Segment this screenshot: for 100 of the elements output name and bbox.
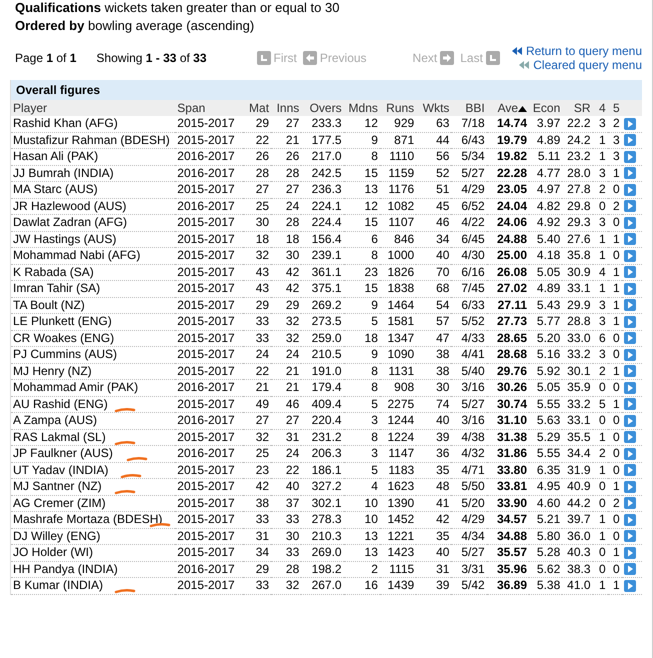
table-cell: 2015-2017: [175, 478, 243, 495]
table-cell: 30.26: [486, 380, 530, 396]
table-cell: 929: [380, 116, 416, 132]
table-cell: 18: [271, 231, 302, 248]
column-header[interactable]: SR: [562, 100, 593, 116]
column-header[interactable]: Mat: [242, 100, 272, 116]
table-cell: 179.4: [301, 380, 344, 396]
table-cell: 27.11: [486, 297, 530, 314]
table-cell: 6/43: [451, 132, 487, 148]
column-header[interactable]: Inns: [271, 100, 302, 116]
table-cell: 4.60: [529, 495, 562, 512]
table-cell: 41.0: [562, 578, 593, 594]
column-header[interactable]: 5: [608, 100, 622, 116]
table-cell: 5.92: [529, 363, 562, 380]
table-cell: 6/45: [451, 231, 487, 248]
table-cell: 1826: [380, 264, 416, 280]
table-cell: 2016-2017: [175, 148, 243, 165]
table-cell: 28.0: [562, 165, 593, 182]
table-cell: 33.2: [562, 346, 593, 363]
table-cell: AU Rashid (ENG): [11, 396, 176, 412]
table-cell: 33: [242, 314, 272, 330]
table-cell: 5.11: [529, 148, 562, 165]
table-cell: 7/18: [451, 116, 487, 132]
query-menu-link[interactable]: Cleared query menu: [519, 58, 642, 72]
column-header[interactable]: Runs: [380, 100, 416, 116]
table-cell: 5: [592, 396, 608, 412]
table-cell: 233.3: [301, 116, 344, 132]
table-cell: 3: [592, 346, 608, 363]
table-cell: 5.05: [529, 380, 562, 396]
table-cell: 26: [242, 148, 272, 165]
table-cell: 31.38: [486, 429, 530, 446]
table-cell: 4.95: [529, 478, 562, 495]
table-cell: 30.1: [562, 363, 593, 380]
table-cell: 1: [608, 578, 622, 594]
query-menu-link[interactable]: Return to query menu: [512, 44, 642, 58]
table-cell: 30: [271, 528, 302, 544]
table-cell: 28.65: [486, 330, 530, 346]
table-cell: 2016-2017: [175, 198, 243, 214]
table-cell: 30: [242, 214, 272, 231]
table-cell: 220.4: [301, 412, 344, 429]
table-cell: 4.89: [529, 280, 562, 297]
table-cell: 1221: [380, 528, 416, 544]
table-cell: 3: [592, 165, 608, 182]
column-header[interactable]: 4: [592, 100, 608, 116]
table-cell: 33: [242, 330, 272, 346]
table-cell: 3/16: [451, 380, 487, 396]
table-cell: 1: [592, 512, 608, 528]
table-cell: 3/31: [451, 561, 487, 578]
table-cell: 32: [242, 429, 272, 446]
table-cell: 2015-2017: [175, 495, 243, 512]
table-cell: 0: [608, 528, 622, 544]
table-cell: 24: [271, 346, 302, 363]
table-cell: 2275: [380, 396, 416, 412]
table-cell: RAS Lakmal (SL): [11, 429, 176, 446]
table-cell: 3: [344, 412, 380, 429]
table-cell: 1: [592, 462, 608, 478]
table-cell: 40: [416, 248, 452, 264]
table-cell: 34.88: [486, 528, 530, 544]
table-cell: Mohammad Nabi (AFG): [11, 248, 176, 264]
table-cell: 18: [344, 330, 380, 346]
table-cell: 31.9: [562, 462, 593, 478]
column-header[interactable]: Span: [175, 100, 243, 116]
rewind-icon: [512, 47, 522, 55]
table-cell: DJ Willey (ENG): [11, 528, 176, 544]
table-cell: 1090: [380, 346, 416, 363]
page-end-icon: [256, 51, 271, 65]
column-header[interactable]: Overs: [301, 100, 344, 116]
table-cell: 40: [416, 544, 452, 561]
column-header[interactable]: Econ: [529, 100, 562, 116]
table-cell: 5/40: [451, 363, 487, 380]
table-cell: 2015-2017: [175, 512, 243, 528]
table-cell: 35.57: [486, 544, 530, 561]
table-cell: Imran Tahir (SA): [11, 280, 176, 297]
table-cell: 908: [380, 380, 416, 396]
column-header[interactable]: Ave: [486, 100, 530, 116]
table-cell: JW Hastings (AUS): [11, 231, 176, 248]
table-cell: 29.76: [486, 363, 530, 380]
column-header[interactable]: Player: [11, 100, 176, 116]
table-cell: 6/16: [451, 264, 487, 280]
column-header[interactable]: Wkts: [416, 100, 452, 116]
table-cell: 5.62: [529, 561, 562, 578]
table-cell: 28: [271, 165, 302, 182]
column-header[interactable]: Mdns: [344, 100, 380, 116]
table-cell: 33: [242, 512, 272, 528]
table-cell: 409.4: [301, 396, 344, 412]
table-cell: 4.92: [529, 214, 562, 231]
table-cell: 25.00: [486, 248, 530, 264]
table-cell: 32: [242, 248, 272, 264]
table-cell: 31: [242, 528, 272, 544]
table-cell: 4/29: [451, 512, 487, 528]
table-cell: 23.2: [562, 148, 593, 165]
table-cell: 2016-2017: [175, 561, 243, 578]
table-cell: 2015-2017: [175, 330, 243, 346]
table-cell: 6.35: [529, 462, 562, 478]
table-cell: 2: [592, 363, 608, 380]
column-header[interactable]: BBI: [451, 100, 487, 116]
table-cell: 31: [271, 429, 302, 446]
table-cell: 5.20: [529, 330, 562, 346]
table-cell: 33.81: [486, 478, 530, 495]
table-cell: 29: [271, 297, 302, 314]
